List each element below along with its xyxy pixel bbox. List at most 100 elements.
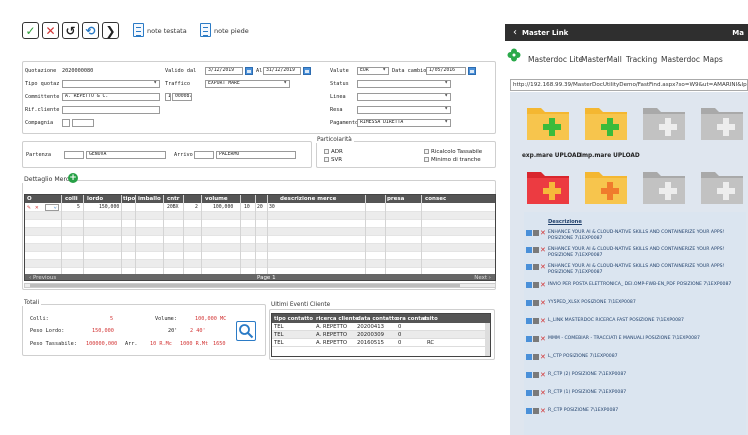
tab-masterdoc[interactable]: Masterdoc (661, 55, 700, 64)
folder-grey[interactable] (699, 100, 745, 142)
committente-input[interactable]: A. REPETTO & C. (62, 93, 160, 101)
valido-to-input[interactable]: 31/12/2019 (263, 67, 301, 75)
minimo-checkbox[interactable] (424, 157, 429, 162)
valido-from-input[interactable]: 3/12/2019 (205, 67, 243, 75)
delete-icon[interactable]: ✕ (540, 336, 546, 343)
compagnia-input[interactable] (72, 119, 94, 127)
mail-icon[interactable] (533, 300, 539, 306)
note-piede-link[interactable]: note piede (214, 27, 249, 35)
traffico-select[interactable]: EXPORT MARE (205, 80, 290, 88)
mail-icon[interactable] (533, 282, 539, 288)
doc-icon[interactable] (526, 336, 532, 342)
back-icon[interactable]: ‹ (513, 27, 517, 38)
folder-grey[interactable] (699, 164, 745, 206)
folder-imp-upload[interactable] (583, 100, 629, 142)
doc-icon[interactable] (526, 390, 532, 396)
calendar-icon[interactable] (245, 67, 253, 75)
rif-cliente-input[interactable] (62, 106, 160, 114)
delete-icon[interactable]: ✕ (540, 264, 546, 271)
arrivo-code[interactable] (194, 151, 214, 159)
mail-icon[interactable] (533, 408, 539, 414)
doc-icon[interactable] (526, 372, 532, 378)
tipo-quotaz-select[interactable] (62, 80, 160, 88)
ricalcolo-checkbox[interactable] (424, 149, 429, 154)
arrivo-input[interactable]: PALERMO (216, 151, 296, 159)
status-select[interactable] (357, 80, 451, 88)
mail-icon[interactable] (533, 354, 539, 360)
pager-next[interactable]: Next › (474, 275, 491, 280)
url-bar[interactable]: http://192.168.99.39/MasterDocUtilityDem… (510, 79, 748, 91)
compagnia-check[interactable] (62, 119, 70, 127)
doc-icon[interactable] (526, 408, 532, 414)
folder-grey[interactable] (641, 100, 687, 142)
delete-icon[interactable]: ✕ (540, 230, 546, 237)
doc-icon[interactable] (526, 230, 532, 236)
pagamento-select[interactable]: RIMESSA DIRETTA (357, 119, 451, 127)
adr-checkbox[interactable] (324, 149, 329, 154)
tab-mastermall[interactable]: MasterMall (581, 55, 622, 64)
delete-icon[interactable]: ✕ (540, 247, 546, 254)
mail-icon[interactable] (533, 372, 539, 378)
doc-icon[interactable] (526, 264, 532, 270)
delete-icon[interactable]: ✕ (540, 318, 546, 325)
mail-icon[interactable] (533, 390, 539, 396)
folder-grey[interactable] (641, 164, 687, 206)
folder-red[interactable] (525, 164, 571, 206)
committente-code[interactable]: 000087 (172, 93, 192, 101)
grid-scrollbar[interactable] (24, 283, 496, 288)
cancel-button[interactable]: ✕ (42, 22, 59, 39)
delete-row-icon[interactable]: ✕ (35, 204, 39, 211)
doc-icon[interactable] (526, 282, 532, 288)
doc-icon[interactable] (526, 354, 532, 360)
confirm-button[interactable]: ✓ (22, 22, 39, 39)
doc-icon[interactable] (526, 247, 532, 253)
calendar-icon[interactable] (468, 67, 476, 75)
delete-icon[interactable]: ✕ (540, 300, 546, 307)
doc-icon[interactable] (526, 300, 532, 306)
clover-icon[interactable] (507, 48, 521, 62)
calendar-icon[interactable] (303, 67, 311, 75)
partenza-code[interactable] (64, 151, 84, 159)
resa-select[interactable] (357, 106, 451, 114)
note-testata-link[interactable]: note testata (147, 27, 187, 35)
add-merce-icon[interactable]: + (68, 173, 78, 183)
next-button[interactable]: ❯ (102, 22, 119, 39)
note-piede-icon[interactable] (200, 23, 211, 37)
doc-title: ENHANCE YOUR AI & CLOUD-NATIVE SKILLS AN… (548, 264, 725, 275)
partenza-input[interactable]: GENOVA (86, 151, 166, 159)
mail-icon[interactable] (533, 264, 539, 270)
delete-icon[interactable]: ✕ (540, 408, 546, 415)
tab-tracking[interactable]: Tracking (626, 55, 657, 64)
table-row[interactable]: TEL A. REPETTO 20160515 0 RC (272, 339, 490, 347)
edit-row-icon[interactable]: ✎ (27, 204, 31, 211)
mail-icon[interactable] (533, 230, 539, 236)
data-cambio-input[interactable]: 1/05/2016 (426, 67, 466, 75)
mail-icon[interactable] (533, 318, 539, 324)
row-select[interactable]: ⌄ (45, 204, 59, 211)
note-testata-icon[interactable] (133, 23, 144, 37)
tab-maps[interactable]: Maps (703, 55, 723, 64)
mail-icon[interactable] (533, 336, 539, 342)
undo-button[interactable]: ↺ (62, 22, 79, 39)
delete-icon[interactable]: ✕ (540, 372, 546, 379)
mail-icon[interactable] (533, 247, 539, 253)
eventi-scrollbar[interactable] (485, 323, 490, 356)
grid-scrollbar-thumb[interactable] (30, 284, 460, 287)
refresh-button[interactable]: ⟲ (82, 22, 99, 39)
pager-prev[interactable]: ‹ Previous (29, 275, 56, 280)
search-button[interactable] (236, 321, 256, 341)
committente-num[interactable]: 1 (165, 93, 171, 101)
folder-exp-upload[interactable] (525, 100, 571, 142)
doc-icon[interactable] (526, 318, 532, 324)
table-row[interactable]: TEL A. REPETTO 20200309 0 (272, 331, 490, 339)
folder-orange[interactable] (583, 164, 629, 206)
valuta-select[interactable]: EUR (357, 67, 389, 75)
delete-icon[interactable]: ✕ (540, 282, 546, 289)
chevron-down-icon: ⌄ (53, 204, 57, 210)
delete-icon[interactable]: ✕ (540, 390, 546, 397)
tab-masterdoc-lite[interactable]: Masterdoc Lite (528, 55, 583, 64)
table-row[interactable]: TEL A. REPETTO 20200413 0 (272, 323, 490, 331)
linea-select[interactable] (357, 93, 451, 101)
delete-icon[interactable]: ✕ (540, 354, 546, 361)
svr-checkbox[interactable] (324, 157, 329, 162)
